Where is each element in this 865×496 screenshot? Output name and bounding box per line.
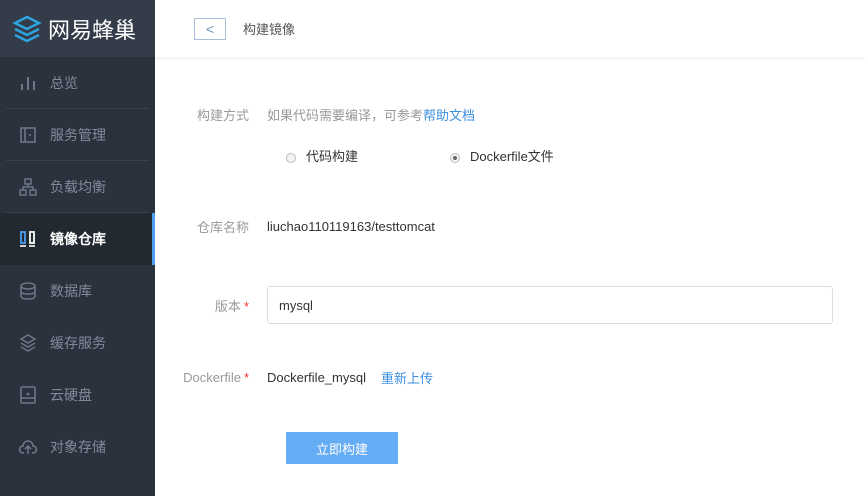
help-doc-link[interactable]: 帮助文档 [423,105,475,124]
bar-chart-icon [21,76,35,90]
network-icon [19,177,37,196]
brand-name: 网易蜂巢 [48,17,137,43]
sidebar-item-load-balancer[interactable]: 负载均衡 [6,161,149,213]
door-icon [20,126,36,143]
build-method-label: 构建方式 [196,108,249,123]
cloud-upload-icon [18,440,38,454]
sidebar-item-label: 云硬盘 [50,387,92,403]
sidebar-item-label: 镜像仓库 [50,231,106,247]
sidebar-item-cloud-disk[interactable]: 云硬盘 [0,369,155,421]
repo-label: 仓库名称 [196,220,249,235]
sidebar-item-services[interactable]: 服务管理 [6,109,149,161]
sidebar-item-cache[interactable]: 缓存服务 [0,317,155,369]
build-method-hint: 如果代码需要编译，可参考 [267,108,424,123]
build-method-options: 代码构建 Dockerfile文件 [286,146,865,165]
version-input[interactable]: mysql [267,286,833,324]
logo[interactable]: 网易蜂巢 [0,0,155,57]
sidebar-item-object-storage[interactable]: 对象存储 [0,421,155,473]
version-row: 版本 * mysql [155,286,865,324]
radio-code-build[interactable]: 代码构建 [286,146,450,165]
build-method-row: 构建方式 如果代码需要编译，可参考 帮助文档 [155,105,865,124]
disk-icon [20,386,36,404]
reupload-link[interactable]: 重新上传 [381,368,433,387]
sidebar-item-label: 服务管理 [50,126,106,143]
image-repo-icon [20,231,35,247]
page-header: < 构建镜像 [155,0,865,57]
build-now-button[interactable]: 立即构建 [286,432,398,464]
hive-logo-icon [12,15,42,42]
sidebar-item-database[interactable]: 数据库 [0,265,155,317]
repo-row: 仓库名称 liuchao110119163/testtomcat [155,217,865,236]
repo-value: liuchao110119163/testtomcat [267,219,435,234]
sidebar-item-label: 总览 [50,74,78,91]
dockerfile-value: Dockerfile_mysql [267,370,366,385]
radio-button[interactable] [450,152,460,163]
sidebar: 网易蜂巢 总览 服务管理 负载均衡 镜像仓库 数据库 缓存服务 云硬盘 对象存储 [0,0,155,496]
sidebar-item-image-repo[interactable]: 镜像仓库 [0,213,155,265]
back-button[interactable]: < [194,17,226,40]
sidebar-item-label: 对象存储 [50,439,106,455]
sidebar-item-label: 负载均衡 [50,178,106,195]
sidebar-item-label: 数据库 [50,283,92,299]
dockerfile-row: Dockerfile * Dockerfile_mysql 重新上传 [155,368,865,387]
layers-icon [19,334,37,352]
database-icon [20,282,36,300]
radio-button[interactable] [286,152,296,163]
version-label: 版本 * [214,298,249,314]
page-title: 构建镜像 [243,22,296,37]
dockerfile-label: Dockerfile * [183,370,249,385]
sidebar-item-label: 缓存服务 [50,335,106,351]
sidebar-item-overview[interactable]: 总览 [6,57,149,109]
radio-dockerfile[interactable]: Dockerfile文件 [450,146,554,165]
